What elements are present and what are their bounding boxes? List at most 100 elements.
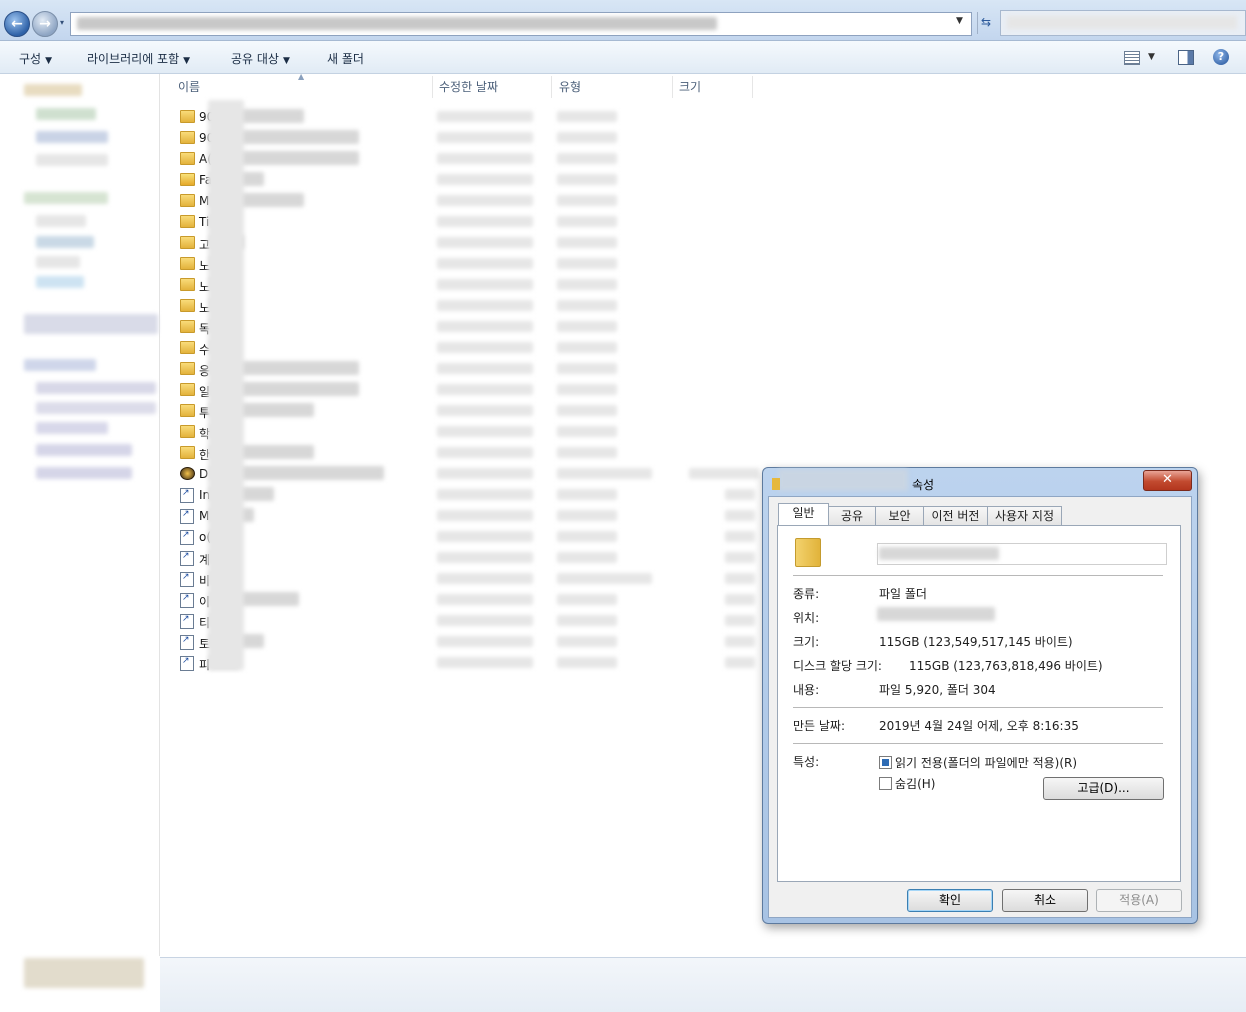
created-value: 2019년 4월 24일 어제, 오후 8:16:35 xyxy=(879,719,1079,733)
include-in-library-menu[interactable]: 라이브러리에 포함 ▼ xyxy=(87,50,190,68)
view-dropdown-icon[interactable]: ▼ xyxy=(1148,52,1155,62)
close-button[interactable]: ✕ xyxy=(1143,470,1192,491)
tab-general[interactable]: 일반 xyxy=(778,503,829,527)
tab-previous-versions[interactable]: 이전 버전 xyxy=(923,506,988,526)
location-label: 위치: xyxy=(793,611,820,625)
column-header-name[interactable]: 이름 xyxy=(178,76,200,98)
app-icon xyxy=(180,467,195,480)
dialog-title: 속성 xyxy=(912,478,935,492)
type-label: 종류: xyxy=(793,587,820,601)
column-divider[interactable] xyxy=(752,76,753,98)
organize-menu[interactable]: 구성 ▼ xyxy=(19,50,52,68)
list-item[interactable]: Ti xyxy=(175,212,755,233)
hidden-checkbox[interactable] xyxy=(879,777,892,790)
list-item[interactable]: 수 xyxy=(175,338,755,359)
column-header-date-modified[interactable]: 수정한 날짜 xyxy=(439,76,498,98)
tab-sharing[interactable]: 공유 xyxy=(828,506,876,526)
hidden-label: 숨김(H) xyxy=(895,777,936,791)
shortcut-icon xyxy=(180,593,194,608)
folder-icon xyxy=(180,404,195,417)
folder-icon xyxy=(180,320,195,333)
folder-icon xyxy=(180,299,195,312)
separator xyxy=(793,743,1163,744)
include-in-library-label: 라이브러리에 포함 xyxy=(87,52,180,66)
list-item[interactable]: 노 xyxy=(175,296,755,317)
list-item[interactable]: A( xyxy=(175,149,755,170)
file-name: D xyxy=(199,467,209,481)
list-item[interactable]: 노 xyxy=(175,275,755,296)
list-item[interactable]: In xyxy=(175,485,755,506)
share-with-label: 공유 대상 xyxy=(231,52,279,66)
advanced-button[interactable]: 고급(D)... xyxy=(1043,777,1164,800)
tab-customize[interactable]: 사용자 지정 xyxy=(987,506,1062,526)
cancel-button[interactable]: 취소 xyxy=(1002,889,1088,912)
disk-size-value: 115GB (123,763,818,496 바이트) xyxy=(909,659,1103,673)
column-divider[interactable] xyxy=(672,76,673,98)
chevron-down-icon: ▼ xyxy=(45,56,53,66)
readonly-checkbox[interactable] xyxy=(879,756,892,769)
list-item[interactable]: 90 xyxy=(175,128,755,149)
folder-icon xyxy=(180,236,195,249)
address-dropdown-icon[interactable]: ▼ xyxy=(956,16,963,26)
folder-icon xyxy=(180,341,195,354)
column-header-type[interactable]: 유형 xyxy=(559,76,581,98)
address-input[interactable]: ▼ ⇆ xyxy=(70,12,991,36)
folder-name-field[interactable] xyxy=(877,543,1167,565)
folder-icon xyxy=(180,446,195,459)
list-item[interactable]: 학 xyxy=(175,422,755,443)
list-item[interactable]: 토 xyxy=(175,632,755,653)
list-item[interactable]: 티 xyxy=(175,611,755,632)
list-item[interactable]: 비 xyxy=(175,569,755,590)
column-divider[interactable] xyxy=(551,76,552,98)
search-input[interactable] xyxy=(1000,10,1246,36)
readonly-label: 읽기 전용(폴더의 파일에만 적용)(R) xyxy=(895,756,1078,770)
new-folder-button[interactable]: 새 폴더 xyxy=(327,50,364,68)
list-item[interactable]: 응 xyxy=(175,359,755,380)
folder-icon xyxy=(180,152,195,165)
sort-indicator-icon: ▲ xyxy=(298,72,305,81)
shortcut-icon xyxy=(180,572,194,587)
list-item[interactable]: 독 xyxy=(175,317,755,338)
view-options-icon[interactable] xyxy=(1124,51,1140,65)
list-item[interactable]: D xyxy=(175,464,759,485)
list-item[interactable]: M xyxy=(175,191,755,212)
size-label: 크기: xyxy=(793,635,820,649)
list-item[interactable]: Fa xyxy=(175,170,755,191)
apply-button[interactable]: 적용(A) xyxy=(1096,889,1182,912)
details-pane xyxy=(160,957,1246,1012)
list-item[interactable]: 이 xyxy=(175,590,755,611)
favorites-folder-icon xyxy=(180,173,195,186)
list-item[interactable]: 노 xyxy=(175,254,755,275)
back-button[interactable]: ← xyxy=(4,11,30,37)
column-header-size[interactable]: 크기 xyxy=(679,76,701,98)
list-item[interactable]: 한 xyxy=(175,443,755,464)
tab-security[interactable]: 보안 xyxy=(875,506,924,526)
folder-icon xyxy=(180,383,195,396)
ok-button[interactable]: 확인 xyxy=(907,889,993,912)
folder-icon xyxy=(180,215,195,228)
list-item[interactable]: 90 xyxy=(175,107,755,128)
new-folder-label: 새 폴더 xyxy=(327,52,364,66)
size-value: 115GB (123,549,517,145 바이트) xyxy=(879,635,1073,649)
list-item[interactable]: o( xyxy=(175,527,755,548)
preview-pane-icon[interactable] xyxy=(1178,50,1194,65)
separator xyxy=(793,575,1163,576)
contains-label: 내용: xyxy=(793,683,820,697)
help-icon[interactable]: ? xyxy=(1213,49,1229,65)
list-item[interactable]: 투 xyxy=(175,401,755,422)
list-item[interactable]: 피 xyxy=(175,653,755,674)
attributes-label: 특성: xyxy=(793,755,820,769)
list-item[interactable]: 일 xyxy=(175,380,755,401)
column-divider[interactable] xyxy=(432,76,433,98)
folder-icon xyxy=(180,131,195,144)
share-with-menu[interactable]: 공유 대상 ▼ xyxy=(231,50,290,68)
created-label: 만든 날짜: xyxy=(793,719,846,733)
forward-button[interactable]: → xyxy=(32,11,58,37)
shortcut-icon xyxy=(180,614,194,629)
folder-icon xyxy=(795,538,821,567)
recent-pages-chevron-icon[interactable]: ▾ xyxy=(60,18,64,27)
refresh-icon[interactable]: ⇆ xyxy=(981,15,991,29)
list-item[interactable]: 고 xyxy=(175,233,755,254)
list-item[interactable]: 계 xyxy=(175,548,755,569)
list-item[interactable]: M xyxy=(175,506,755,527)
